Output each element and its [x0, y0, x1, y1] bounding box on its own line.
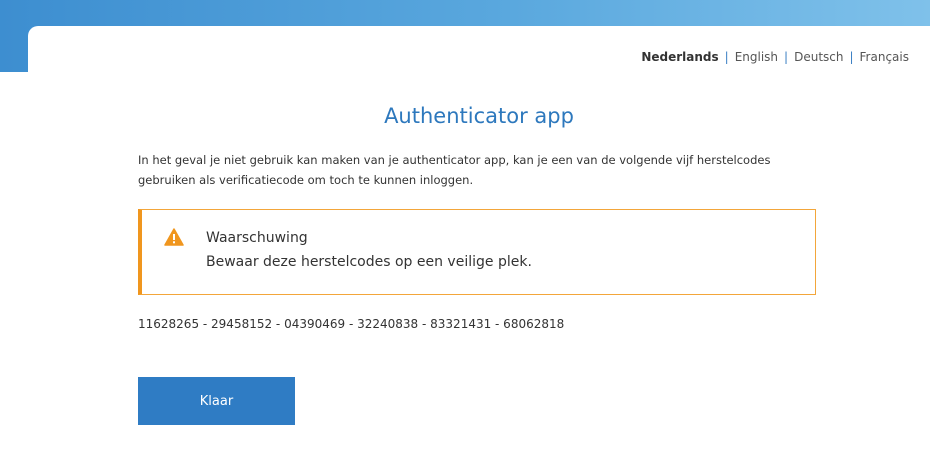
done-button[interactable]: Klaar — [138, 377, 295, 425]
language-separator: | — [784, 50, 789, 64]
warning-title: Waarschuwing — [206, 230, 308, 246]
recovery-codes: 11628265 - 29458152 - 04390469 - 3224083… — [138, 317, 565, 331]
language-link-francais[interactable]: Français — [860, 50, 909, 64]
language-separator: | — [849, 50, 854, 64]
warning-text: Bewaar deze herstelcodes op een veilige … — [206, 254, 532, 270]
language-link-deutsch[interactable]: Deutsch — [794, 50, 843, 64]
intro-text: In het geval je niet gebruik kan maken v… — [138, 153, 771, 187]
language-separator: | — [724, 50, 729, 64]
content-card: Nederlands | English | Deutsch | Français Auth… — [28, 26, 930, 467]
warning-triangle-icon — [164, 228, 184, 246]
language-link-nederlands[interactable]: Nederlands — [641, 50, 718, 64]
language-switcher: Nederlands | English | Deutsch | Français — [641, 50, 909, 64]
language-link-english[interactable]: English — [735, 50, 778, 64]
warning-box: Waarschuwing Bewaar deze herstelcodes op… — [138, 209, 816, 295]
page-title: Authenticator app — [384, 104, 574, 128]
